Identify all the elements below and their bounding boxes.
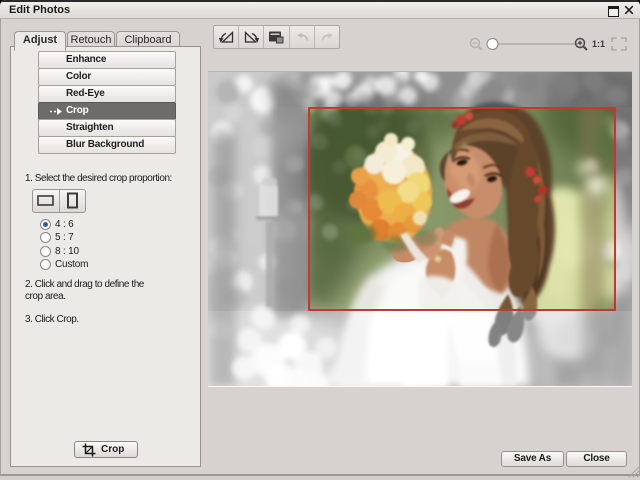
svg-text:1:1: 1:1 [592, 39, 605, 49]
